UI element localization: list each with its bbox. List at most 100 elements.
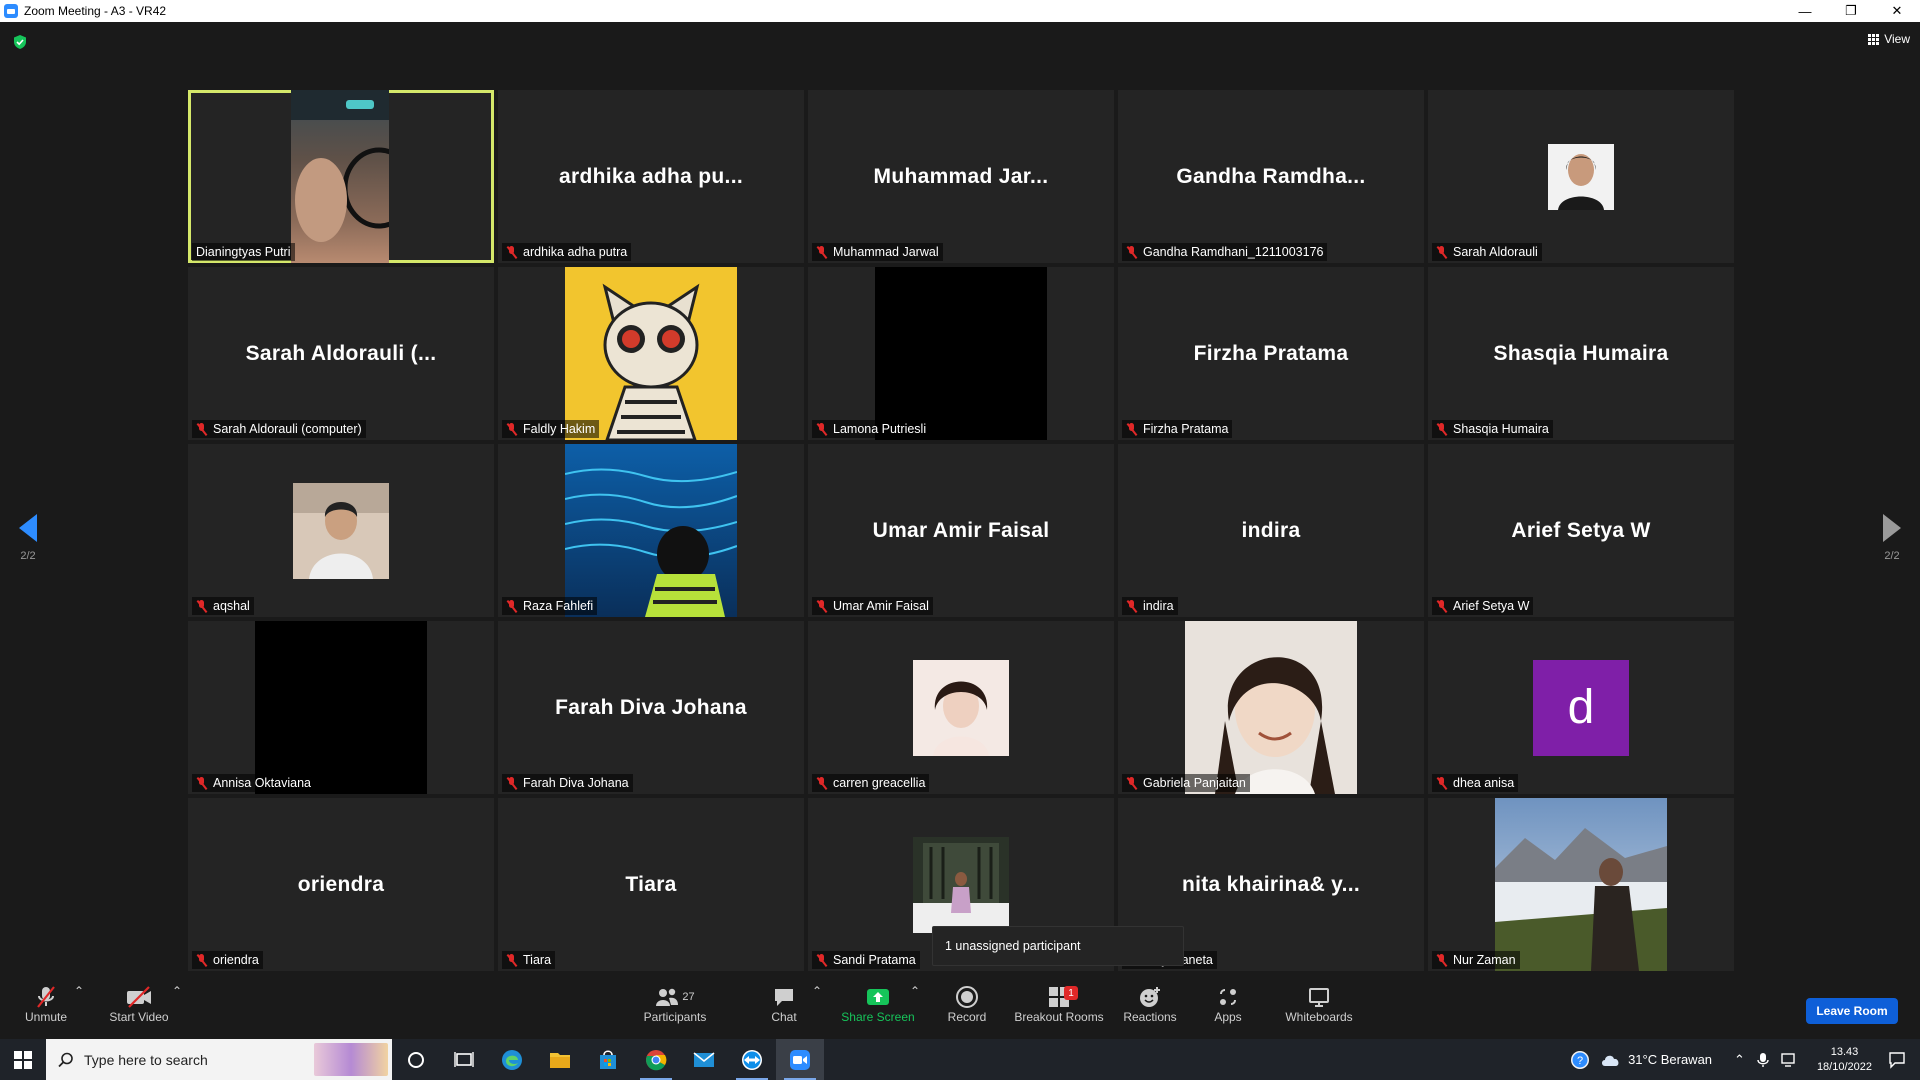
participant-display-name: nita khairina& y... bbox=[1181, 872, 1361, 896]
task-view-icon bbox=[454, 1051, 474, 1067]
muted-mic-icon bbox=[816, 245, 828, 259]
participant-tile[interactable]: aqshal bbox=[188, 444, 494, 617]
participant-tile[interactable]: oriendra oriendra bbox=[188, 798, 494, 971]
whiteboards-button[interactable]: Whiteboards bbox=[1280, 984, 1358, 1024]
participant-tile[interactable]: Arief Setya W Arief Setya W bbox=[1428, 444, 1734, 617]
start-button[interactable] bbox=[0, 1039, 46, 1080]
participant-video bbox=[1495, 798, 1667, 971]
maximize-button[interactable]: ❐ bbox=[1828, 0, 1874, 22]
participant-tile[interactable]: Dianingtyas Putri bbox=[188, 90, 494, 263]
participant-name-label: Gabriela Panjaitan bbox=[1122, 774, 1250, 792]
taskbar-store[interactable] bbox=[584, 1039, 632, 1080]
participants-icon bbox=[656, 988, 679, 1006]
participant-tile[interactable]: Nur Zaman bbox=[1428, 798, 1734, 971]
muted-mic-icon bbox=[506, 422, 518, 436]
participant-name-label: Firzha Pratama bbox=[1122, 420, 1233, 438]
share-screen-icon bbox=[867, 989, 889, 1005]
participant-video bbox=[875, 267, 1047, 440]
chrome-browser-icon bbox=[646, 1049, 667, 1070]
participant-name-label: Sarah Aldorauli (computer) bbox=[192, 420, 366, 438]
reactions-button[interactable]: Reactions bbox=[1122, 984, 1178, 1024]
share-options-caret[interactable]: ⌃ bbox=[910, 984, 920, 998]
microphone-tray-icon[interactable] bbox=[1757, 1052, 1769, 1068]
system-tray: ? 31°C Berawan ⌃ 13.43 18/10/2022 bbox=[1570, 1039, 1920, 1080]
participant-tile[interactable]: Sarah Aldorauli (... Sarah Aldorauli (co… bbox=[188, 267, 494, 440]
microphone-muted-icon bbox=[37, 986, 55, 1008]
prev-page-indicator: 2/2 bbox=[20, 550, 36, 562]
participant-tile[interactable]: Muhammad Jar... Muhammad Jarwal bbox=[808, 90, 1114, 263]
muted-mic-icon bbox=[506, 599, 518, 613]
participant-tile[interactable]: d dhea anisa bbox=[1428, 621, 1734, 794]
unmute-button[interactable]: Unmute bbox=[18, 984, 74, 1024]
muted-mic-icon bbox=[196, 776, 208, 790]
taskbar-teamviewer[interactable] bbox=[728, 1039, 776, 1080]
video-camera-off-icon bbox=[127, 986, 151, 1008]
participant-tile[interactable]: Raza Fahlefi bbox=[498, 444, 804, 617]
participant-display-name: Farah Diva Johana bbox=[555, 695, 747, 719]
video-options-caret[interactable]: ⌃ bbox=[172, 984, 182, 998]
cortana-button[interactable] bbox=[392, 1039, 440, 1080]
chat-options-caret[interactable]: ⌃ bbox=[812, 984, 822, 998]
taskbar-zoom[interactable] bbox=[776, 1039, 824, 1080]
previous-page-button[interactable]: 2/2 bbox=[8, 514, 48, 562]
taskbar-search-box[interactable]: Type here to search bbox=[46, 1039, 392, 1080]
participant-tile[interactable]: Sarah Aldorauli bbox=[1428, 90, 1734, 263]
participant-tile[interactable]: Farah Diva Johana Farah Diva Johana bbox=[498, 621, 804, 794]
chat-button[interactable]: Chat bbox=[764, 984, 804, 1024]
apps-button[interactable]: Apps bbox=[1208, 984, 1248, 1024]
unassigned-participant-tooltip[interactable]: 1 unassigned participant bbox=[932, 926, 1184, 966]
clock-date: 18/10/2022 bbox=[1816, 1060, 1872, 1073]
search-highlight-illustration bbox=[314, 1043, 388, 1076]
notifications-icon[interactable] bbox=[1888, 1051, 1906, 1069]
network-icon[interactable] bbox=[1781, 1052, 1799, 1067]
participant-tile[interactable]: Firzha Pratama Firzha Pratama bbox=[1118, 267, 1424, 440]
participant-tile[interactable]: Gabriela Panjaitan bbox=[1118, 621, 1424, 794]
participant-tile[interactable]: Gandha Ramdha... Gandha Ramdhani_1211003… bbox=[1118, 90, 1424, 263]
taskbar-chrome[interactable] bbox=[632, 1039, 680, 1080]
participant-name-label: aqshal bbox=[192, 597, 254, 615]
record-button[interactable]: Record bbox=[944, 984, 990, 1024]
store-bag-icon bbox=[600, 1049, 616, 1069]
audio-options-caret[interactable]: ⌃ bbox=[74, 984, 84, 998]
close-button[interactable]: ✕ bbox=[1874, 0, 1920, 22]
start-video-button[interactable]: Start Video bbox=[104, 984, 174, 1024]
taskbar-edge[interactable] bbox=[488, 1039, 536, 1080]
participant-tile[interactable]: Tiara Tiara bbox=[498, 798, 804, 971]
zoom-app-icon bbox=[790, 1049, 810, 1070]
next-page-button[interactable]: 2/2 bbox=[1872, 514, 1912, 562]
view-button[interactable]: View bbox=[1868, 32, 1910, 46]
muted-mic-icon bbox=[506, 776, 518, 790]
participant-display-name: Sarah Aldorauli (... bbox=[245, 341, 437, 365]
profile-photo bbox=[913, 836, 1009, 933]
muted-mic-icon bbox=[1126, 599, 1138, 613]
participant-tile[interactable]: carren greacellia bbox=[808, 621, 1114, 794]
participants-button[interactable]: 27 Participants bbox=[638, 984, 712, 1024]
participant-tile[interactable]: Annisa Oktaviana bbox=[188, 621, 494, 794]
participant-name-label: ardhika adha putra bbox=[502, 243, 632, 261]
edge-browser-icon bbox=[502, 1049, 522, 1070]
participant-tile[interactable]: Faldly Hakim bbox=[498, 267, 804, 440]
taskbar-file-explorer[interactable] bbox=[536, 1039, 584, 1080]
breakout-rooms-button[interactable]: 1 Breakout Rooms bbox=[1012, 984, 1106, 1024]
participant-display-name: Muhammad Jar... bbox=[873, 164, 1049, 188]
share-screen-button[interactable]: Share Screen bbox=[838, 984, 918, 1024]
leave-room-button[interactable]: Leave Room bbox=[1806, 998, 1898, 1024]
participant-video bbox=[255, 621, 427, 794]
task-view-button[interactable] bbox=[440, 1039, 488, 1080]
muted-mic-icon bbox=[816, 953, 828, 967]
taskbar-clock[interactable]: 13.43 18/10/2022 bbox=[1817, 1045, 1872, 1075]
meeting-toolbar: Unmute ⌃ Start Video ⌃ 27 Participants C… bbox=[0, 980, 1920, 1039]
help-question-icon[interactable]: ? bbox=[1570, 1050, 1590, 1070]
chevron-up-icon[interactable]: ⌃ bbox=[1734, 1052, 1745, 1068]
participant-tile[interactable]: Shasqia Humaira Shasqia Humaira bbox=[1428, 267, 1734, 440]
muted-mic-icon bbox=[1436, 599, 1448, 613]
participant-tile[interactable]: Lamona Putriesli bbox=[808, 267, 1114, 440]
participant-tile[interactable]: ardhika adha pu... ardhika adha putra bbox=[498, 90, 804, 263]
participant-tile[interactable]: indira indira bbox=[1118, 444, 1424, 617]
taskbar-mail[interactable] bbox=[680, 1039, 728, 1080]
security-shield-icon[interactable] bbox=[12, 34, 28, 50]
participant-name-label: Muhammad Jarwal bbox=[812, 243, 943, 261]
participant-tile[interactable]: Umar Amir Faisal Umar Amir Faisal bbox=[808, 444, 1114, 617]
weather-text[interactable]: 31°C Berawan bbox=[1628, 1052, 1712, 1067]
minimize-button[interactable]: — bbox=[1782, 0, 1828, 22]
